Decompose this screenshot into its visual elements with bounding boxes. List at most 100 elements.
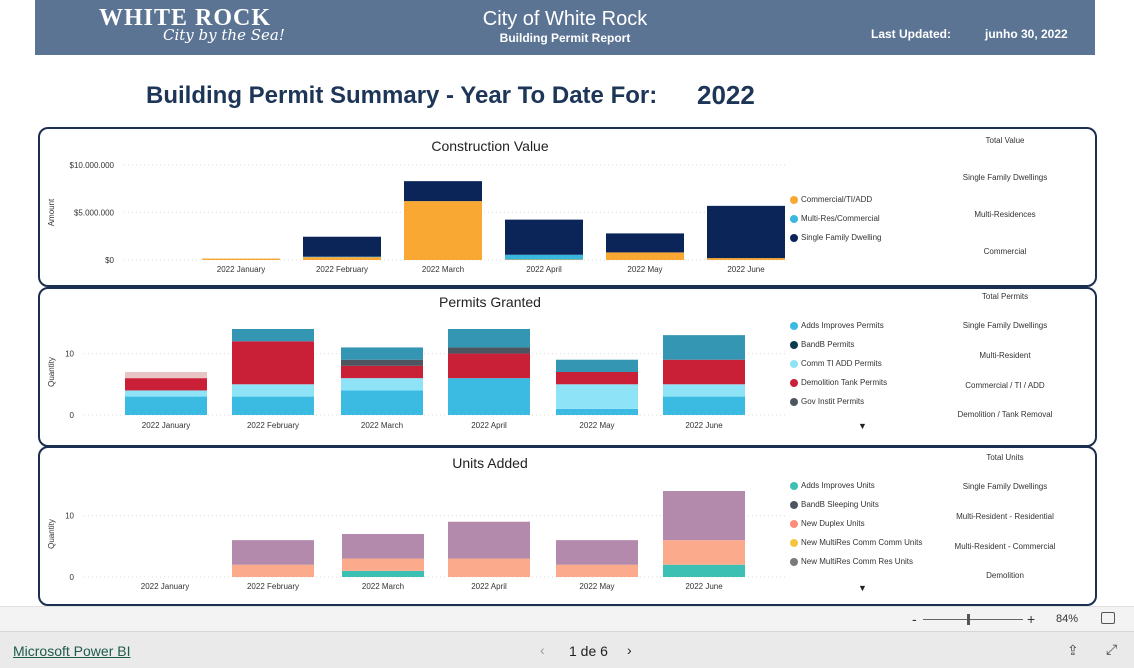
legend-item[interactable]: BandB Permits: [790, 340, 854, 349]
legend-swatch: [790, 215, 798, 223]
zoom-slider-thumb[interactable]: [967, 614, 970, 625]
bar-segment: [342, 559, 424, 571]
fit-to-page-icon[interactable]: [1101, 612, 1115, 624]
bar-segment: [125, 390, 207, 396]
y-tick-label: 10: [65, 350, 74, 359]
x-tick-label: 2022 March: [422, 265, 464, 274]
legend-item[interactable]: Adds Improves Permits: [790, 321, 884, 330]
legend-label: BandB Sleeping Units: [801, 500, 879, 509]
y-tick-label: $0: [105, 256, 114, 265]
bar-segment: [556, 360, 638, 372]
bar-segment: [556, 409, 638, 415]
legend-swatch: [790, 520, 798, 528]
bar-segment: [606, 233, 684, 252]
side-metric-label: Total Units: [930, 453, 1080, 462]
bar-segment: [606, 252, 684, 260]
bar-segment: [556, 540, 638, 565]
bar-segment: [663, 384, 745, 396]
legend-item[interactable]: Single Family Dwelling: [790, 233, 881, 242]
side-metric-label: Single Family Dwellings: [930, 482, 1080, 491]
x-tick-label: 2022 February: [316, 265, 368, 274]
x-tick-label: 2022 March: [361, 421, 403, 430]
chart-title: Permits Granted: [40, 294, 940, 310]
bar-segment: [448, 329, 530, 347]
legend-swatch: [790, 501, 798, 509]
bar-segment: [232, 341, 314, 384]
y-axis-label: Amount: [47, 198, 56, 226]
chart-title: Units Added: [40, 455, 940, 471]
legend-swatch: [790, 379, 798, 387]
x-tick-label: 2022 January: [142, 421, 190, 430]
bar-segment: [125, 397, 207, 415]
legend-item[interactable]: Demolition Tank Permits: [790, 378, 887, 387]
bar-segment: [448, 354, 530, 379]
legend-scroll-down-icon[interactable]: ▼: [858, 421, 867, 431]
x-tick-label: 2022 January: [217, 265, 265, 274]
side-metric-label: Single Family Dwellings: [930, 321, 1080, 330]
legend-item[interactable]: Commercial/TI/ADD: [790, 195, 872, 204]
legend-swatch: [790, 234, 798, 242]
side-metric-label: Commercial: [930, 247, 1080, 256]
bar-segment: [342, 571, 424, 577]
x-tick-label: 2022 April: [526, 265, 562, 274]
legend-swatch: [790, 539, 798, 547]
y-axis-label: Quantity: [47, 357, 56, 387]
units-added-panel: Quantity0102022 January2022 February2022…: [38, 446, 1097, 606]
units-added-chart[interactable]: Quantity0102022 January2022 February2022…: [40, 448, 1095, 604]
legend-item[interactable]: Multi-Res/Commercial: [790, 214, 880, 223]
side-metric-label: Total Value: [930, 136, 1080, 145]
y-tick-label: $5.000.000: [74, 209, 115, 218]
zoom-level: 84%: [1056, 613, 1078, 625]
legend-swatch: [790, 196, 798, 204]
legend-item[interactable]: New MultiRes Comm Res Units: [790, 557, 913, 566]
legend-item[interactable]: New Duplex Units: [790, 519, 865, 528]
x-tick-label: 2022 June: [685, 421, 723, 430]
zoom-slider-track[interactable]: [923, 619, 1023, 620]
side-metric-label: Multi-Residences: [930, 210, 1080, 219]
legend-label: Comm TI ADD Permits: [801, 359, 882, 368]
x-tick-label: 2022 March: [362, 582, 404, 591]
zoom-out-button[interactable]: -: [912, 611, 917, 627]
next-page-icon[interactable]: ›: [627, 642, 632, 658]
side-metric-label: Multi-Resident - Commercial: [930, 542, 1080, 551]
legend-scroll-down-icon[interactable]: ▼: [858, 583, 867, 593]
bar-segment: [232, 384, 314, 396]
share-icon[interactable]: ⇪: [1067, 642, 1079, 659]
legend-label: Adds Improves Permits: [801, 321, 884, 330]
bar-segment: [663, 360, 745, 385]
bar-segment: [663, 565, 745, 577]
legend-item[interactable]: New MultiRes Comm Comm Units: [790, 538, 922, 547]
zoom-in-button[interactable]: +: [1027, 611, 1035, 627]
bar-segment: [404, 181, 482, 201]
last-updated-value: junho 30, 2022: [985, 27, 1068, 41]
x-tick-label: 2022 May: [627, 265, 662, 274]
side-metric-label: Total Permits: [930, 292, 1080, 301]
construction-value-panel: Amount$0$5.000.000$10.000.0002022 Januar…: [38, 127, 1097, 287]
last-updated-label: Last Updated:: [871, 27, 951, 41]
legend-item[interactable]: Gov Instit Permits: [790, 397, 864, 406]
bar-segment: [303, 257, 381, 260]
bar-segment: [202, 259, 280, 260]
prev-page-icon[interactable]: ‹: [540, 642, 545, 658]
legend-item[interactable]: BandB Sleeping Units: [790, 500, 879, 509]
bar-segment: [707, 206, 785, 258]
zoom-bar: - + 84%: [0, 606, 1134, 632]
bar-segment: [448, 559, 530, 577]
legend-label: Single Family Dwelling: [801, 233, 881, 242]
bar-segment: [448, 378, 530, 415]
x-tick-label: 2022 June: [685, 582, 723, 591]
legend-item[interactable]: Adds Improves Units: [790, 481, 875, 490]
report-header: WHITE ROCK City by the Sea! City of Whit…: [35, 0, 1095, 55]
bar-segment: [556, 565, 638, 577]
powerbi-link[interactable]: Microsoft Power BI: [13, 643, 130, 659]
bar-segment: [663, 491, 745, 540]
permits-granted-panel: Quantity0102022 January2022 February2022…: [38, 287, 1097, 447]
permits-granted-chart[interactable]: Quantity0102022 January2022 February2022…: [40, 289, 1095, 445]
x-tick-label: 2022 May: [579, 421, 614, 430]
y-axis-label: Quantity: [47, 519, 56, 549]
side-metric-label: Single Family Dwellings: [930, 173, 1080, 182]
fullscreen-icon[interactable]: ⤢: [1106, 641, 1117, 658]
legend-label: New MultiRes Comm Comm Units: [801, 538, 922, 547]
page-indicator: 1 de 6: [569, 643, 608, 659]
legend-item[interactable]: Comm TI ADD Permits: [790, 359, 882, 368]
